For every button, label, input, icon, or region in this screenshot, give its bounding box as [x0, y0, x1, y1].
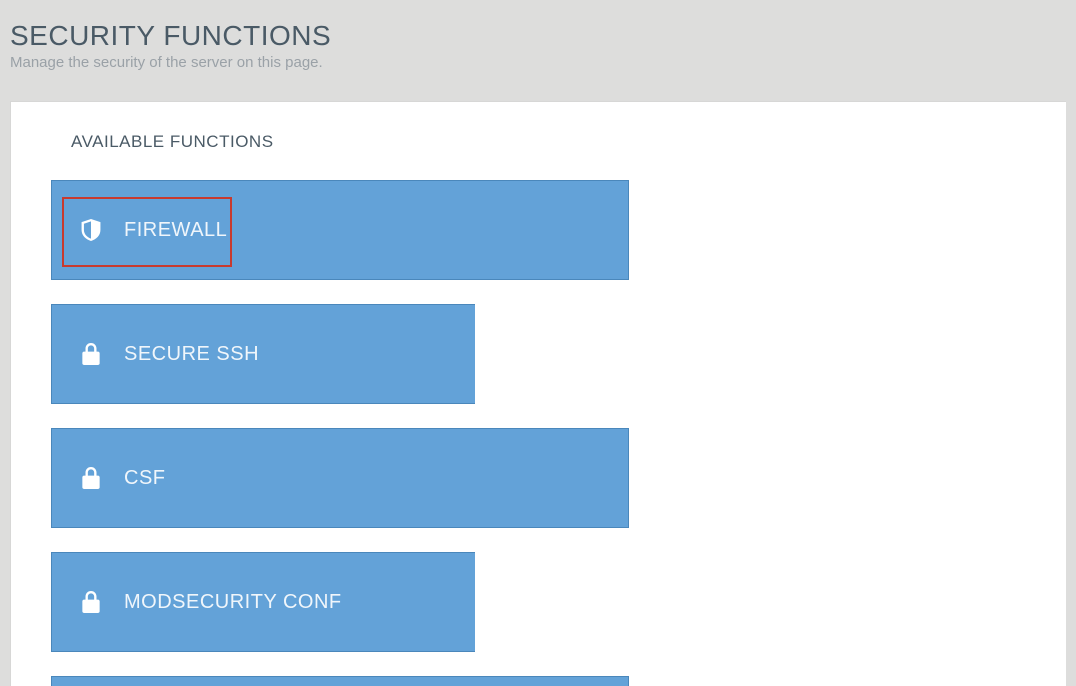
tile-label: FIREWALL	[124, 219, 227, 242]
tile-firewall[interactable]: FIREWALL	[51, 180, 629, 280]
lock-icon	[80, 591, 102, 613]
tile-secure-ssh[interactable]: SECURE SSH	[51, 304, 475, 404]
tile-label: CSF	[124, 467, 166, 490]
lock-icon	[80, 467, 102, 489]
tile-modsecurity-conf[interactable]: MODSECURITY CONF	[51, 552, 475, 652]
functions-grid: FIREWALL SECURE SSH CSF MODSECURITY C	[51, 180, 1066, 686]
tile-label: MODSECURITY CONF	[124, 591, 342, 614]
page-title: SECURITY FUNCTIONS	[10, 20, 1066, 52]
tile-modsecurity-rules[interactable]: MODSECURITY RULES	[51, 676, 629, 686]
shield-icon	[80, 219, 102, 241]
tile-label: SECURE SSH	[124, 343, 259, 366]
functions-panel: AVAILABLE FUNCTIONS FIREWALL SECURE SSH	[10, 101, 1066, 686]
page-subtitle: Manage the security of the server on thi…	[10, 54, 1066, 71]
lock-icon	[80, 343, 102, 365]
section-title: AVAILABLE FUNCTIONS	[71, 132, 1066, 152]
tile-csf[interactable]: CSF	[51, 428, 629, 528]
